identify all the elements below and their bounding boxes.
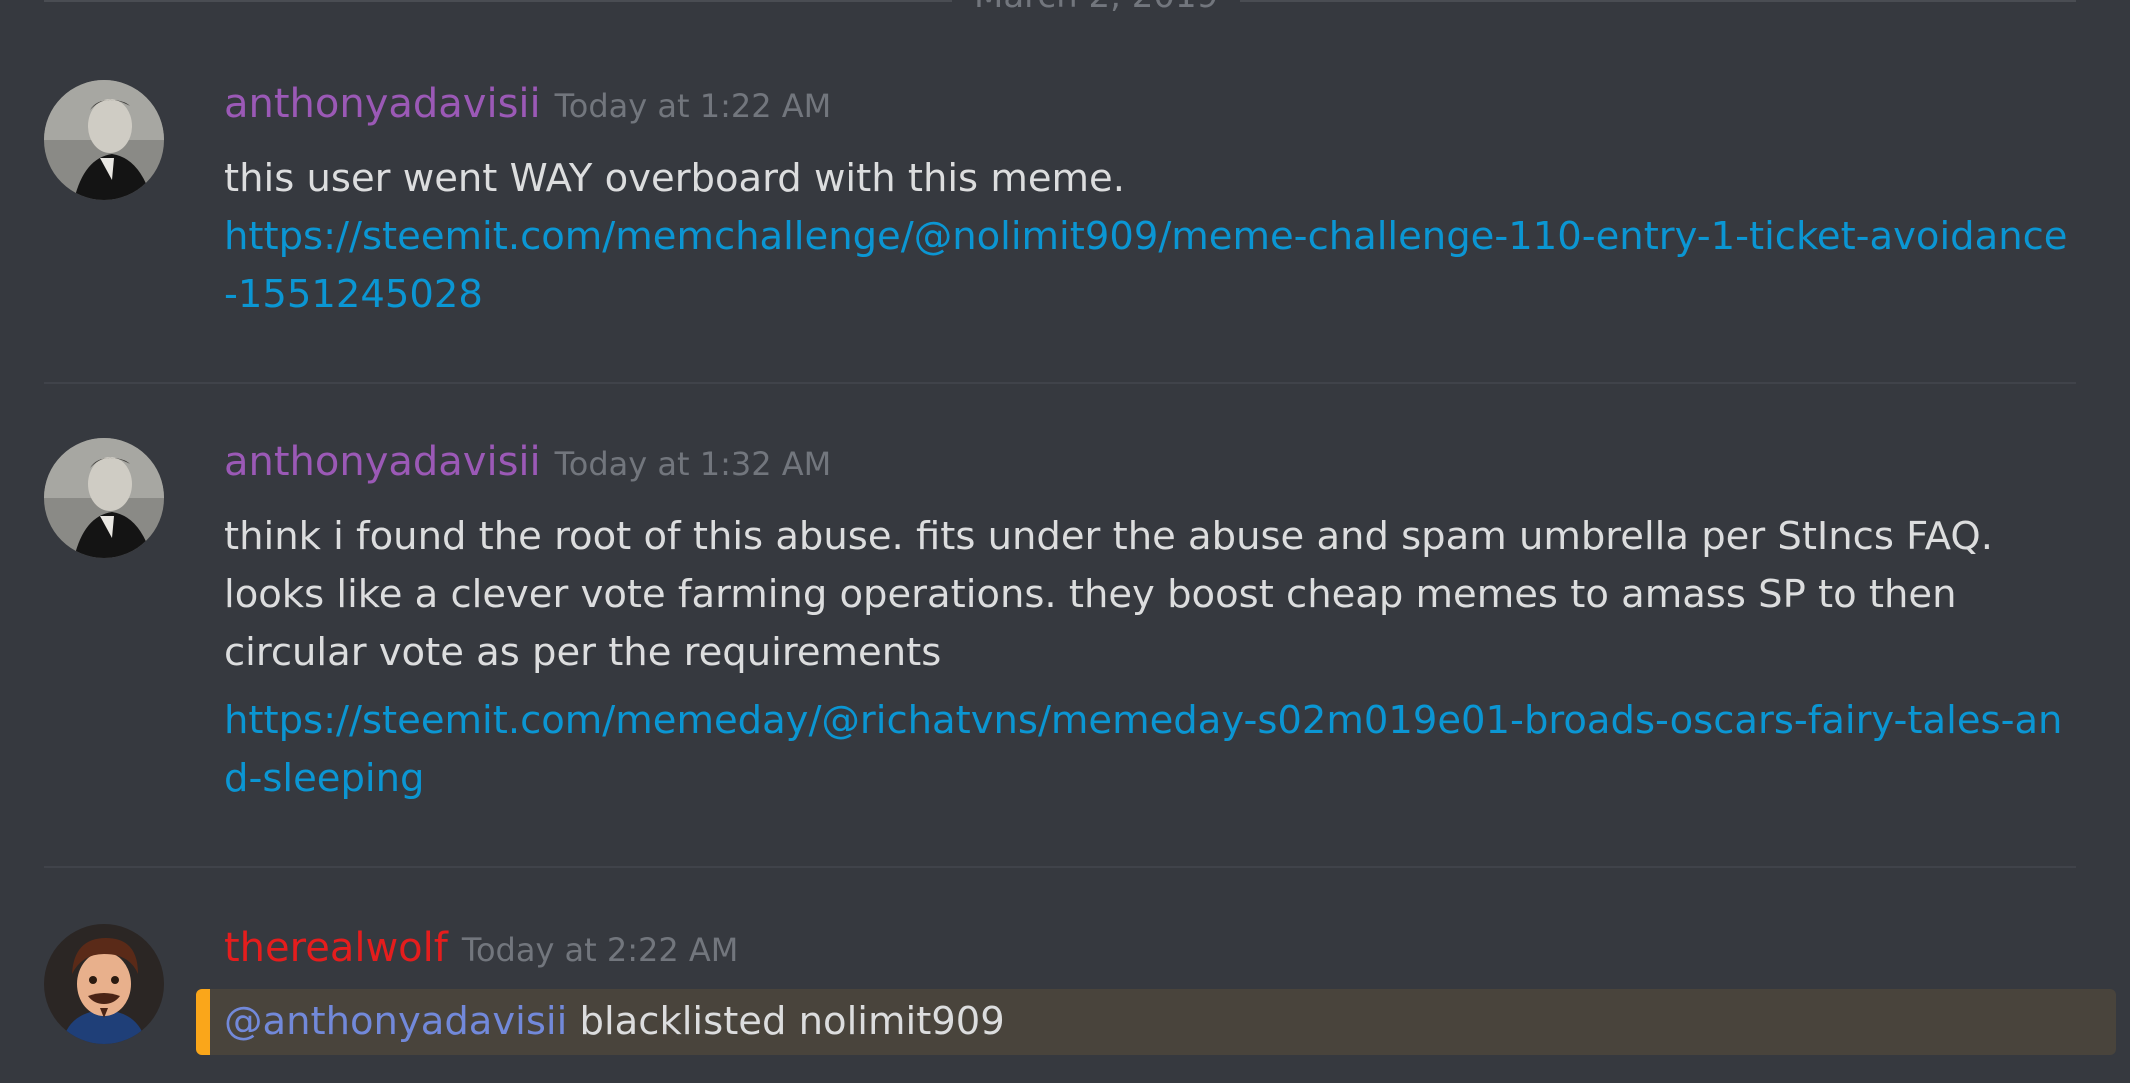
- avatar[interactable]: [44, 924, 164, 1044]
- mention-highlight: @anthonyadavisii blacklisted nolimit909: [196, 989, 2116, 1055]
- message-content: think i found the root of this abuse. fi…: [224, 508, 2079, 808]
- chat-messages: March 2, 2019 anthonyadavisii Today at 1:…: [0, 0, 2130, 1083]
- date-divider: March 2, 2019: [44, 0, 2076, 14]
- avatar-cartoon-icon: [44, 924, 164, 1044]
- timestamp: Today at 1:22 AM: [554, 87, 832, 125]
- message-separator: [44, 866, 2076, 868]
- message-link[interactable]: https://steemit.com/memeday/@richatvns/m…: [224, 692, 2079, 808]
- mention-highlight-bar: [196, 989, 210, 1055]
- message-text: blacklisted nolimit909: [579, 999, 1005, 1044]
- message-header: anthonyadavisii Today at 1:32 AM: [224, 438, 831, 488]
- message-header: therealwolf Today at 2:22 AM: [224, 924, 738, 974]
- message-header: anthonyadavisii Today at 1:22 AM: [224, 80, 831, 130]
- user-mention[interactable]: @anthonyadavisii: [224, 999, 567, 1044]
- username[interactable]: anthonyadavisii: [224, 439, 541, 485]
- username[interactable]: anthonyadavisii: [224, 81, 541, 127]
- timestamp: Today at 1:32 AM: [554, 445, 832, 483]
- message-text: this user went WAY overboard with this m…: [224, 156, 1125, 201]
- avatar-photo-icon: [44, 438, 164, 558]
- date-divider-label: March 2, 2019: [952, 0, 1241, 14]
- message-link[interactable]: https://steemit.com/memchallenge/@nolimi…: [224, 208, 2079, 324]
- message-text: think i found the root of this abuse. fi…: [224, 514, 1993, 675]
- timestamp: Today at 2:22 AM: [461, 931, 739, 969]
- avatar[interactable]: [44, 438, 164, 558]
- avatar-photo-icon: [44, 80, 164, 200]
- avatar[interactable]: [44, 80, 164, 200]
- message-content: @anthonyadavisii blacklisted nolimit909: [224, 993, 1005, 1051]
- message-separator: [44, 382, 2076, 384]
- message-content: this user went WAY overboard with this m…: [224, 150, 2079, 324]
- username[interactable]: therealwolf: [224, 925, 448, 971]
